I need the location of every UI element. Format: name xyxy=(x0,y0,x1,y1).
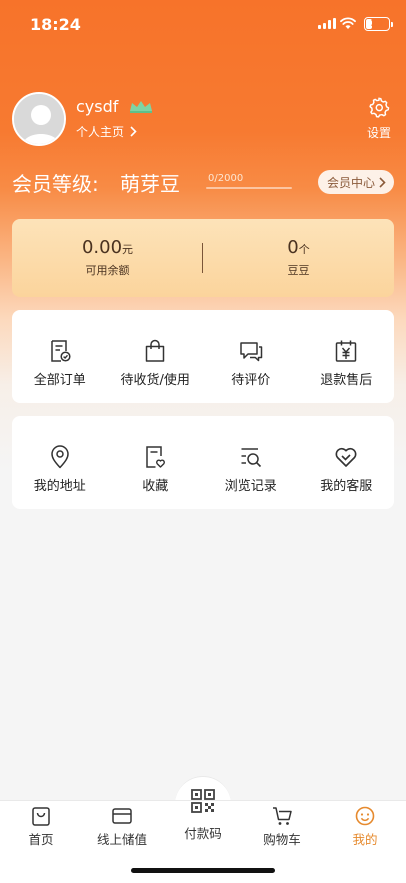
settings-label: 设置 xyxy=(366,126,391,140)
menu-label: 退款售后 xyxy=(320,373,373,388)
level-progress: 0/2000 xyxy=(206,173,292,189)
username: cysdf xyxy=(76,97,119,116)
menu-favorites[interactable]: 收藏 xyxy=(108,416,204,509)
menu-label: 全部订单 xyxy=(33,373,86,388)
menu-label: 浏览记录 xyxy=(224,479,277,494)
available-balance-value: 0.00 xyxy=(81,237,123,258)
menu-all-orders[interactable]: 全部订单 xyxy=(12,310,108,403)
chevron-right-icon xyxy=(379,176,386,188)
level-progress-track xyxy=(206,187,292,189)
smiley-icon xyxy=(355,806,375,826)
shopping-bag-icon xyxy=(146,339,165,362)
battery-level: 29 xyxy=(370,19,384,29)
tab-mine[interactable]: 我的 xyxy=(330,805,400,848)
beans-unit: 个 xyxy=(298,243,310,256)
member-center-label: 会员中心 xyxy=(326,175,375,190)
settings-button[interactable]: 设置 xyxy=(364,96,394,141)
tab-label: 购物车 xyxy=(263,832,301,847)
menu-label: 我的客服 xyxy=(320,479,373,494)
beans-balance[interactable]: 0个 豆豆 xyxy=(203,237,394,278)
level-label: 会员等级: xyxy=(12,172,99,196)
orders-menu-card: 全部订单 待收货/使用 待评价 退款售后 xyxy=(12,310,394,403)
wifi-icon xyxy=(340,17,356,29)
homepage-link-label: 个人主页 xyxy=(76,125,125,139)
customer-service-icon xyxy=(335,447,357,467)
menu-browse-history[interactable]: 浏览记录 xyxy=(203,416,299,509)
status-bar: 18:24 29 xyxy=(0,0,406,48)
gear-icon xyxy=(369,97,390,118)
comment-icon xyxy=(240,342,262,362)
favorite-icon xyxy=(146,446,166,468)
tab-pay-code[interactable]: 付款码 xyxy=(168,788,238,842)
menu-to-review[interactable]: 待评价 xyxy=(203,310,299,403)
tab-label: 付款码 xyxy=(184,826,222,841)
refund-calendar-icon xyxy=(336,340,357,362)
avatar[interactable] xyxy=(12,92,66,146)
beans-label: 豆豆 xyxy=(287,264,310,277)
beans-value: 0 xyxy=(287,237,299,258)
location-pin-icon xyxy=(51,445,69,469)
menu-label: 收藏 xyxy=(142,479,169,494)
available-balance[interactable]: 0.00元 可用余额 xyxy=(12,237,203,278)
available-balance-unit: 元 xyxy=(122,243,134,256)
home-bag-icon xyxy=(32,807,50,826)
balance-card: 0.00元 可用余额 0个 豆豆 xyxy=(12,219,394,297)
available-balance-label: 可用余额 xyxy=(85,264,130,277)
qr-code-icon xyxy=(191,789,215,813)
tab-cart[interactable]: 购物车 xyxy=(247,805,317,848)
status-time: 18:24 xyxy=(30,15,81,34)
home-indicator xyxy=(131,868,275,873)
tab-label: 首页 xyxy=(28,832,54,847)
browse-history-icon xyxy=(241,448,261,468)
tab-home[interactable]: 首页 xyxy=(6,805,76,848)
menu-to-receive[interactable]: 待收货/使用 xyxy=(108,310,204,403)
card-icon xyxy=(112,808,132,824)
menu-label: 待收货/使用 xyxy=(120,373,190,388)
level-name: 萌芽豆 xyxy=(120,172,180,196)
tab-label: 我的 xyxy=(352,832,378,847)
tab-online-topup[interactable]: 线上储值 xyxy=(87,805,157,848)
personal-homepage-link[interactable]: 个人主页 xyxy=(76,123,137,140)
menu-my-address[interactable]: 我的地址 xyxy=(12,416,108,509)
battery-icon: 29 xyxy=(364,17,393,31)
level-progress-text: 0/2000 xyxy=(208,173,244,184)
order-list-icon xyxy=(51,340,71,362)
menu-label: 我的地址 xyxy=(33,479,86,494)
member-center-button[interactable]: 会员中心 xyxy=(317,170,394,194)
menu-refund[interactable]: 退款售后 xyxy=(299,310,395,403)
menu-customer-service[interactable]: 我的客服 xyxy=(299,416,395,509)
membership-level-row: 会员等级: 萌芽豆 0/2000 会员中心 xyxy=(12,168,394,198)
tab-label: 线上储值 xyxy=(96,832,147,847)
menu-label: 待评价 xyxy=(231,373,271,388)
services-menu-card: 我的地址 收藏 浏览记录 我的客服 xyxy=(12,416,394,509)
cellular-signal-icon xyxy=(318,18,336,29)
vip-crown-icon xyxy=(130,101,152,113)
chevron-right-icon xyxy=(130,126,137,137)
cart-icon xyxy=(273,807,292,825)
